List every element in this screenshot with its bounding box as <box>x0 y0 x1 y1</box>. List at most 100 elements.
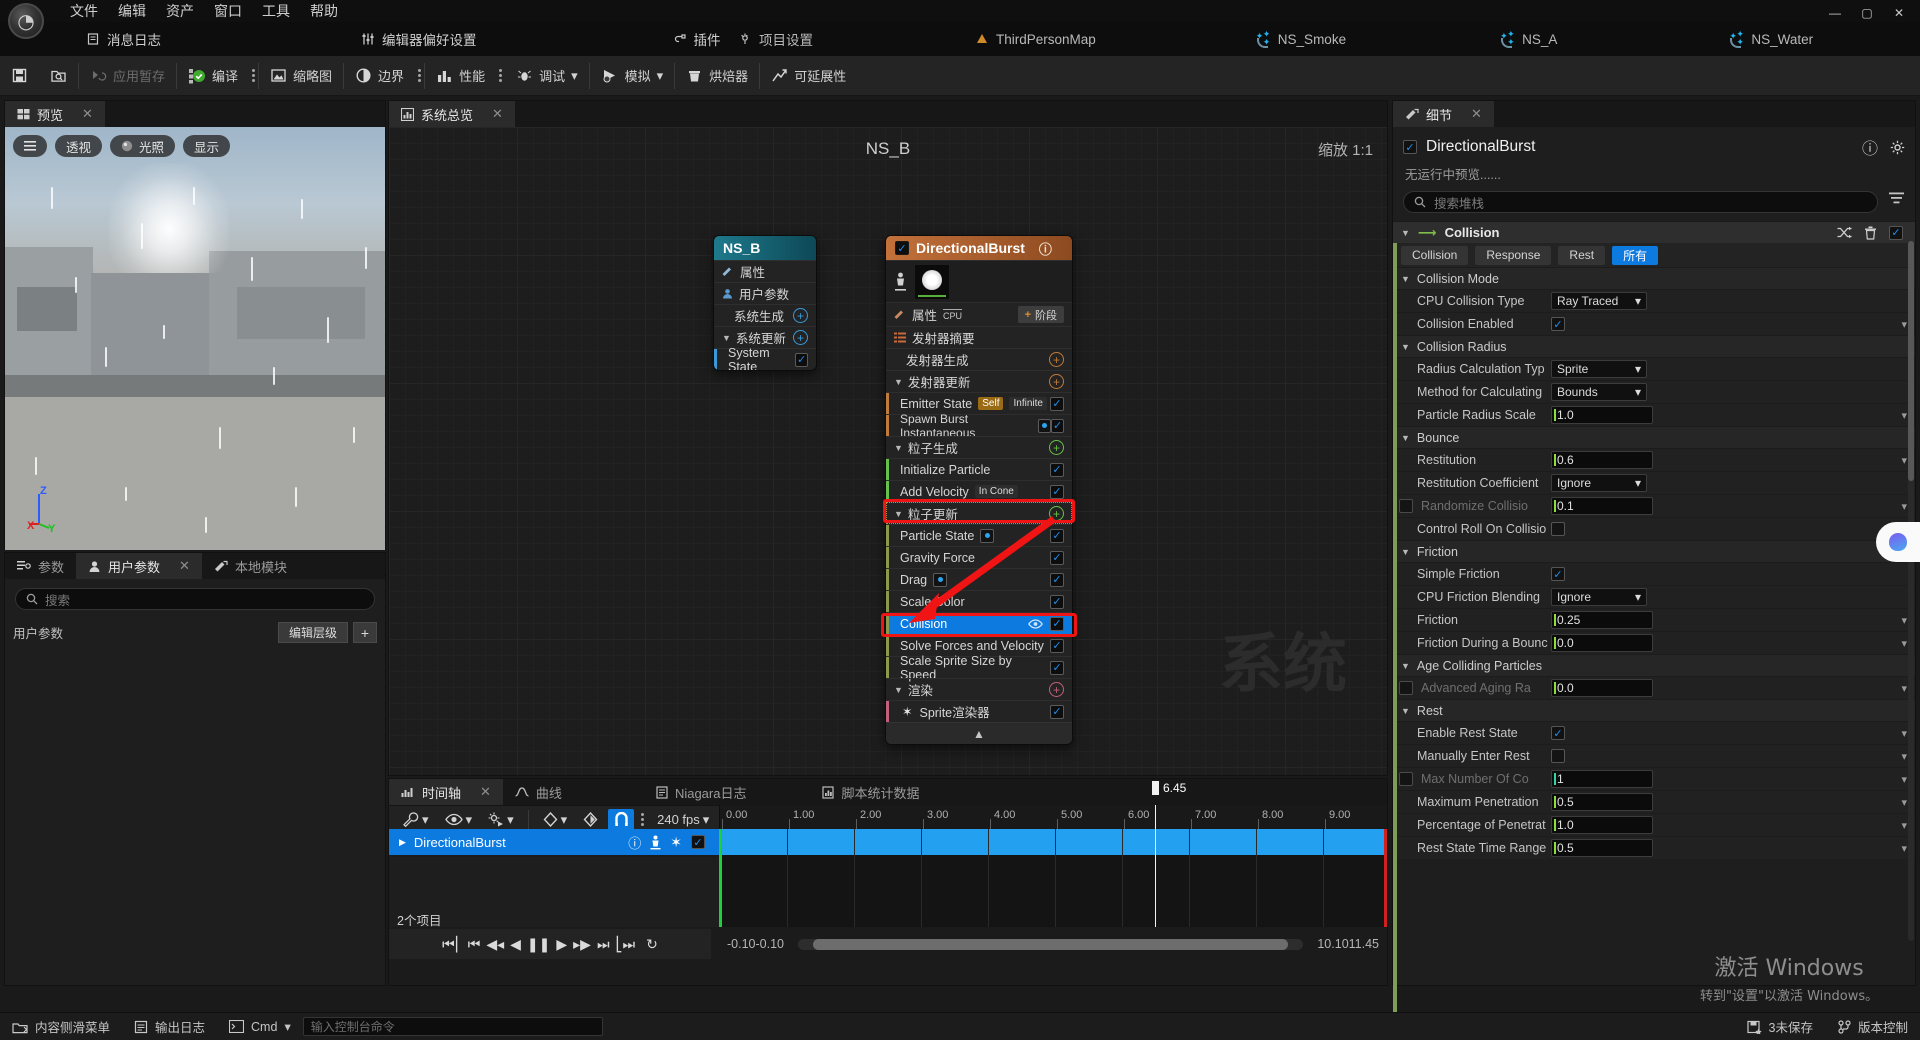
timeline-options-kebab-icon[interactable] <box>638 813 647 826</box>
add-module-icon[interactable]: + <box>793 308 808 323</box>
menu-item-edit[interactable]: 编辑 <box>108 0 156 23</box>
preview-close-icon[interactable]: ✕ <box>82 106 93 122</box>
pause-button[interactable]: ❚❚ <box>527 936 550 953</box>
detail-row-friction[interactable]: Friction 0.25 ▾ <box>1393 608 1915 631</box>
chevron-down-icon[interactable]: ▼ <box>1401 706 1410 716</box>
timeline-add-key-button[interactable] <box>577 812 604 827</box>
emitter-collapse-button[interactable]: ▲ <box>886 722 1072 744</box>
step-forward-keyframe-button[interactable]: ⏭ <box>597 936 610 953</box>
cpu-friction-blending-select[interactable]: Ignore ▾ <box>1551 588 1647 606</box>
save-button[interactable] <box>0 56 39 96</box>
tab-niagara-log[interactable]: Niagara日志 <box>644 779 759 805</box>
tab-ns-smoke[interactable]: ✦ ✦ ✦ NS_Smoke <box>1238 22 1364 56</box>
prev-frame-button[interactable]: ◀◂ <box>486 936 504 953</box>
track-enabled-checkbox[interactable]: ✓ <box>691 835 705 849</box>
details-group-age-colliding-particles[interactable]: ▼ Age Colliding Particles <box>1393 654 1915 676</box>
timeline-clip[interactable] <box>721 829 1387 855</box>
node-row-scale-sprite-size[interactable]: Scale Sprite Size by Speed ✓ <box>886 654 1072 682</box>
detail-row-cpu-collision-type[interactable]: CPU Collision Type Ray Traced ▾ <box>1393 289 1915 312</box>
minimize-button[interactable]: — <box>1820 4 1850 22</box>
detail-row-method-for-calculating[interactable]: Method for Calculating Bounds ▾ <box>1393 380 1915 403</box>
range-left-a[interactable]: -0.10 <box>727 937 756 951</box>
restitution-input[interactable]: 0.6 <box>1551 451 1653 469</box>
performance-button[interactable]: 性能 <box>425 56 496 96</box>
add-module-icon[interactable]: + <box>1049 682 1064 697</box>
range-right-b[interactable]: 11.45 <box>1349 937 1379 951</box>
module-enabled-checkbox[interactable]: ✓ <box>1050 462 1064 477</box>
chevron-down-icon[interactable]: ▾ <box>1901 819 1907 832</box>
module-enabled-checkbox[interactable]: ✓ <box>1889 225 1903 240</box>
range-left-b[interactable]: -0.10 <box>756 937 785 951</box>
advanced-aging-checkbox[interactable] <box>1399 681 1413 695</box>
filter-response[interactable]: Response <box>1475 245 1552 265</box>
isolate-icon[interactable] <box>650 835 661 850</box>
details-search-input[interactable]: 搜索堆栈 <box>1403 191 1878 213</box>
details-module-header[interactable]: ▼ ⟶ Collision ✓ <box>1393 221 1915 243</box>
performance-options-kebab-icon[interactable] <box>496 69 505 82</box>
friction-input[interactable]: 0.25 <box>1551 611 1653 629</box>
tab-close-icon[interactable]: ✕ <box>179 558 190 574</box>
detail-row-rest-state-time-range[interactable]: Rest State Time Range 0.5 ▾ <box>1393 836 1915 859</box>
chevron-down-icon[interactable]: ▼ <box>1401 433 1410 443</box>
max-number-of-collisions-input[interactable]: 1 <box>1551 770 1653 788</box>
scalability-button[interactable]: 可延展性 <box>760 56 857 96</box>
detail-row-max-number-of-collisions[interactable]: Max Number Of Co 1 ▾ <box>1393 767 1915 790</box>
timeline-snap-toggle[interactable] <box>608 808 635 831</box>
tab-details[interactable]: 细节 ✕ <box>1393 101 1494 127</box>
chevron-down-icon[interactable]: ▼ <box>894 685 903 695</box>
unreal-logo-icon[interactable]: ◔ <box>8 3 44 39</box>
filter-rest[interactable]: Rest <box>1558 245 1606 265</box>
detail-row-maximum-penetration[interactable]: Maximum Penetration 0.5 ▾ <box>1393 790 1915 813</box>
system-node[interactable]: NS_B 属性 用户参数 系统生成 + ▼ 系统更新 + System Stat… <box>713 235 817 371</box>
chevron-down-icon[interactable]: ▼ <box>894 443 903 453</box>
tab-script-stats[interactable]: 脚本统计数据 <box>810 779 931 805</box>
plugins-button[interactable]: 插件 <box>659 29 735 49</box>
editor-preferences-button[interactable]: 编辑器偏好设置 <box>347 29 491 49</box>
isolate-icon[interactable] <box>894 272 907 292</box>
timeline-scrollbar-thumb[interactable] <box>813 938 1289 950</box>
chevron-down-icon[interactable]: ▾ <box>1901 409 1907 422</box>
close-button[interactable]: ✕ <box>1884 4 1914 22</box>
node-row-collision[interactable]: Collision ✓ <box>886 612 1072 634</box>
menu-item-asset[interactable]: 资产 <box>156 0 204 23</box>
detail-row-cpu-friction-blending[interactable]: CPU Friction Blending Ignore ▾ <box>1393 585 1915 608</box>
maximum-penetration-input[interactable]: 0.5 <box>1551 793 1653 811</box>
node-row-properties[interactable]: 属性 <box>714 260 816 282</box>
control-roll-checkbox[interactable] <box>1551 522 1565 536</box>
simple-friction-checkbox[interactable]: ✓ <box>1551 567 1565 581</box>
unsaved-button[interactable]: 3未保存 <box>1735 1013 1825 1040</box>
radius-calculation-type-select[interactable]: Sprite ▾ <box>1551 360 1647 378</box>
add-module-icon[interactable]: + <box>1049 506 1064 521</box>
collision-enabled-checkbox[interactable]: ✓ <box>1551 317 1565 331</box>
info-icon[interactable]: ⓘ <box>1862 135 1878 159</box>
detail-row-percentage-of-penetration[interactable]: Percentage of Penetrat 1.0 ▾ <box>1393 813 1915 836</box>
node-row-initialize-particle[interactable]: Initialize Particle ✓ <box>886 458 1072 480</box>
module-enabled-checkbox[interactable]: ✓ <box>1050 550 1064 565</box>
module-enabled-checkbox[interactable]: ✓ <box>1050 638 1064 653</box>
node-row-scale-color[interactable]: Scale Color ✓ <box>886 590 1072 612</box>
timeline-scrollbar[interactable] <box>798 938 1304 950</box>
next-frame-button[interactable]: ▸▶ <box>573 936 591 953</box>
node-row-emitter-spawn[interactable]: 发射器生成 + <box>886 348 1072 370</box>
details-group-collision-radius[interactable]: ▼ Collision Radius <box>1393 335 1915 357</box>
chevron-down-icon[interactable]: ▼ <box>1401 342 1410 352</box>
menu-item-window[interactable]: 窗口 <box>204 0 252 23</box>
node-row-user-parameters[interactable]: 用户参数 <box>714 282 816 304</box>
module-enabled-checkbox[interactable]: ✓ <box>1050 594 1064 609</box>
output-log-button[interactable]: 输出日志 <box>122 1013 217 1040</box>
preview-viewport[interactable]: Z X Y <box>5 127 385 550</box>
debug-button[interactable]: 调试 ▾ <box>505 56 589 96</box>
loop-button[interactable]: ↻ <box>646 936 658 953</box>
emitter-properties-row[interactable]: 属性 CPU + 阶段 <box>886 302 1072 326</box>
tab-system-overview[interactable]: 系统总览 ✕ <box>389 101 515 127</box>
cpu-collision-type-select[interactable]: Ray Traced ▾ <box>1551 292 1647 310</box>
viewport-menu-button[interactable] <box>13 135 47 157</box>
tab-close-icon[interactable]: ✕ <box>492 106 503 122</box>
detail-row-restitution[interactable]: Restitution 0.6 ▾ <box>1393 448 1915 471</box>
chevron-down-icon[interactable]: ▾ <box>1901 454 1907 467</box>
particle-radius-scale-input[interactable]: 1.0 <box>1551 406 1653 424</box>
info-icon[interactable]: ⓘ <box>1039 239 1052 258</box>
detail-row-enable-rest-state[interactable]: Enable Rest State ✓ ▾ <box>1393 721 1915 744</box>
add-stage-button[interactable]: + 阶段 <box>1017 306 1064 323</box>
details-group-bounce[interactable]: ▼ Bounce <box>1393 426 1915 448</box>
